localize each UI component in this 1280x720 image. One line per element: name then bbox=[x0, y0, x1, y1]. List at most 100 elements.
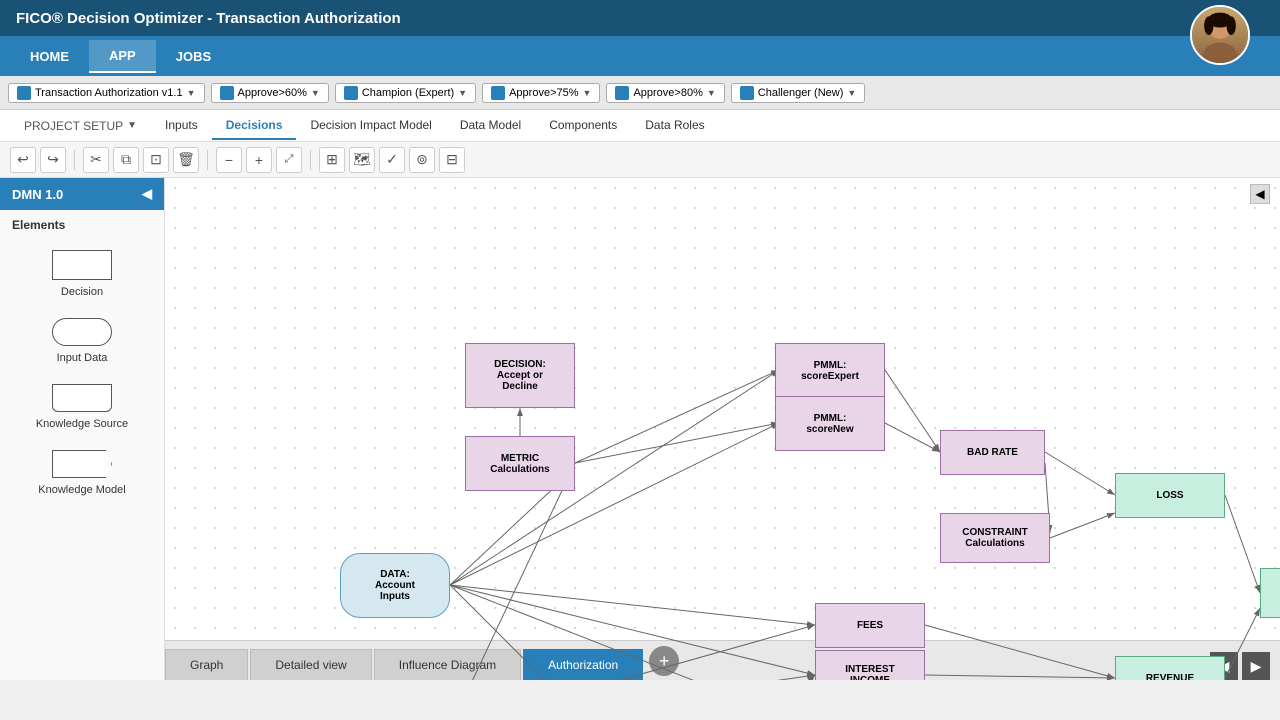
chevron-down-icon: ▼ bbox=[458, 88, 467, 98]
tab-graph[interactable]: Graph bbox=[165, 649, 248, 680]
fit-button[interactable]: ⤢ bbox=[276, 147, 302, 173]
chevron-down-icon: ▼ bbox=[311, 88, 320, 98]
dropdown-approve75[interactable]: Approve>75% ▼ bbox=[482, 83, 600, 103]
collapse-panel-button[interactable]: ◀ bbox=[1250, 184, 1270, 204]
add-tab-button[interactable]: + bbox=[649, 646, 679, 676]
table-icon bbox=[615, 86, 629, 100]
nav-app[interactable]: APP bbox=[89, 40, 156, 73]
subnav-decisions[interactable]: Decisions bbox=[212, 112, 297, 140]
node-metric-calc[interactable]: METRICCalculations bbox=[465, 436, 575, 491]
node-pmml-expert[interactable]: PMML:scoreExpert bbox=[775, 343, 885, 398]
apps-button[interactable]: ⊟ bbox=[439, 147, 465, 173]
dropdown-challenger-label: Challenger (New) bbox=[758, 87, 844, 99]
node-bad-rate[interactable]: BAD RATE bbox=[940, 430, 1045, 475]
element-knowledge-model[interactable]: Knowledge Model bbox=[0, 440, 164, 506]
element-knowledge-source-label: Knowledge Source bbox=[36, 418, 128, 430]
subnav-data-roles[interactable]: Data Roles bbox=[631, 112, 718, 140]
node-constraint-calc[interactable]: CONSTRAINTCalculations bbox=[940, 513, 1050, 563]
zoom-out-button[interactable]: − bbox=[216, 147, 242, 173]
dmn-version-label: DMN 1.0 bbox=[12, 187, 63, 202]
element-knowledge-source[interactable]: Knowledge Source bbox=[0, 374, 164, 440]
dropdown-approve75-label: Approve>75% bbox=[509, 87, 578, 99]
elements-label: Elements bbox=[0, 210, 164, 240]
table-icon bbox=[17, 86, 31, 100]
tab-next-button[interactable]: ▶ bbox=[1242, 652, 1270, 680]
chevron-down-icon: ▼ bbox=[583, 88, 592, 98]
zoom-in-button[interactable]: + bbox=[246, 147, 272, 173]
user-avatar bbox=[1190, 5, 1250, 65]
subnav-project-setup[interactable]: PROJECT SETUP ▼ bbox=[10, 113, 151, 139]
dropdown-challenger[interactable]: Challenger (New) ▼ bbox=[731, 83, 866, 103]
app-title: FICO® Decision Optimizer - Transaction A… bbox=[16, 10, 401, 27]
title-bar: FICO® Decision Optimizer - Transaction A… bbox=[0, 0, 1280, 36]
dropdown-ta-label: Transaction Authorization v1.1 bbox=[35, 87, 183, 99]
paste-button[interactable]: ⊡ bbox=[143, 147, 169, 173]
tab-influence-diagram[interactable]: Influence Diagram bbox=[374, 649, 521, 680]
node-interest-income[interactable]: INTERESTINCOME bbox=[815, 650, 925, 680]
toolbar-dropdowns: Transaction Authorization v1.1 ▼ Approve… bbox=[0, 76, 1280, 110]
table-icon bbox=[740, 86, 754, 100]
input-data-shape-icon bbox=[52, 318, 112, 346]
copy-button[interactable]: ⧉ bbox=[113, 147, 139, 173]
nav-home[interactable]: HOME bbox=[10, 41, 89, 72]
element-input-label: Input Data bbox=[57, 352, 108, 364]
sub-nav: PROJECT SETUP ▼ Inputs Decisions Decisio… bbox=[0, 110, 1280, 142]
grid-button[interactable]: ⊞ bbox=[319, 147, 345, 173]
redo-button[interactable]: ↪ bbox=[40, 147, 66, 173]
chevron-down-icon: ▼ bbox=[187, 88, 196, 98]
subnav-data-model[interactable]: Data Model bbox=[446, 112, 535, 140]
node-pmml-new[interactable]: PMML:scoreNew bbox=[775, 396, 885, 451]
node-profit[interactable]: PROFIT bbox=[1260, 568, 1280, 618]
element-decision[interactable]: Decision bbox=[0, 240, 164, 308]
dropdown-approve80[interactable]: Approve>80% ▼ bbox=[606, 83, 724, 103]
map-button[interactable]: 🗺 bbox=[349, 147, 375, 173]
main-content: DMN 1.0 ◀ Elements Decision Input Data K… bbox=[0, 178, 1280, 680]
table-icon bbox=[491, 86, 505, 100]
decision-shape-icon bbox=[52, 250, 112, 280]
history-button[interactable]: ⊚ bbox=[409, 147, 435, 173]
dmn-header: DMN 1.0 ◀ bbox=[0, 178, 164, 210]
delete-button[interactable]: 🗑 bbox=[173, 147, 199, 173]
dropdown-champion-label: Champion (Expert) bbox=[362, 87, 454, 99]
check-button[interactable]: ✓ bbox=[379, 147, 405, 173]
tab-detailed-view[interactable]: Detailed view bbox=[250, 649, 371, 680]
canvas-area[interactable]: DECISION:Accept orDecline METRICCalculat… bbox=[165, 178, 1280, 680]
collapse-icon[interactable]: ◀ bbox=[142, 186, 152, 202]
chevron-down-icon: ▼ bbox=[127, 120, 137, 131]
left-panel: DMN 1.0 ◀ Elements Decision Input Data K… bbox=[0, 178, 165, 680]
dropdown-ta[interactable]: Transaction Authorization v1.1 ▼ bbox=[8, 83, 205, 103]
connections-svg bbox=[165, 178, 1280, 680]
separator bbox=[74, 150, 75, 170]
element-decision-label: Decision bbox=[61, 286, 103, 298]
icon-toolbar: ↩ ↪ ✂ ⧉ ⊡ 🗑 − + ⤢ ⊞ 🗺 ✓ ⊚ ⊟ bbox=[0, 142, 1280, 178]
node-fees[interactable]: FEES bbox=[815, 603, 925, 648]
plus-icon: + bbox=[659, 651, 670, 672]
node-data-account[interactable]: DATA:AccountInputs bbox=[340, 553, 450, 618]
bottom-tabs: Graph Detailed view Influence Diagram Au… bbox=[165, 640, 1280, 680]
separator bbox=[207, 150, 208, 170]
separator bbox=[310, 150, 311, 170]
dropdown-approve60[interactable]: Approve>60% ▼ bbox=[211, 83, 329, 103]
dropdown-approve80-label: Approve>80% bbox=[633, 87, 702, 99]
project-setup-label: PROJECT SETUP bbox=[24, 119, 123, 133]
node-loss[interactable]: LOSS bbox=[1115, 473, 1225, 518]
node-decision-accept[interactable]: DECISION:Accept orDecline bbox=[465, 343, 575, 408]
node-revenue[interactable]: REVENUE bbox=[1115, 656, 1225, 680]
dropdown-champion[interactable]: Champion (Expert) ▼ bbox=[335, 83, 476, 103]
knowledge-model-shape-icon bbox=[52, 450, 112, 478]
element-input-data[interactable]: Input Data bbox=[0, 308, 164, 374]
chevron-down-icon: ▼ bbox=[847, 88, 856, 98]
table-icon bbox=[220, 86, 234, 100]
knowledge-source-shape-icon bbox=[52, 384, 112, 412]
nav-bar: HOME APP JOBS bbox=[0, 36, 1280, 76]
element-knowledge-model-label: Knowledge Model bbox=[38, 484, 125, 496]
nav-jobs[interactable]: JOBS bbox=[156, 41, 231, 72]
undo-button[interactable]: ↩ bbox=[10, 147, 36, 173]
cut-button[interactable]: ✂ bbox=[83, 147, 109, 173]
chevron-down-icon: ▼ bbox=[707, 88, 716, 98]
dropdown-approve60-label: Approve>60% bbox=[238, 87, 307, 99]
subnav-components[interactable]: Components bbox=[535, 112, 631, 140]
subnav-inputs[interactable]: Inputs bbox=[151, 112, 212, 140]
tab-authorization[interactable]: Authorization bbox=[523, 649, 643, 680]
subnav-decision-impact[interactable]: Decision Impact Model bbox=[296, 112, 445, 140]
